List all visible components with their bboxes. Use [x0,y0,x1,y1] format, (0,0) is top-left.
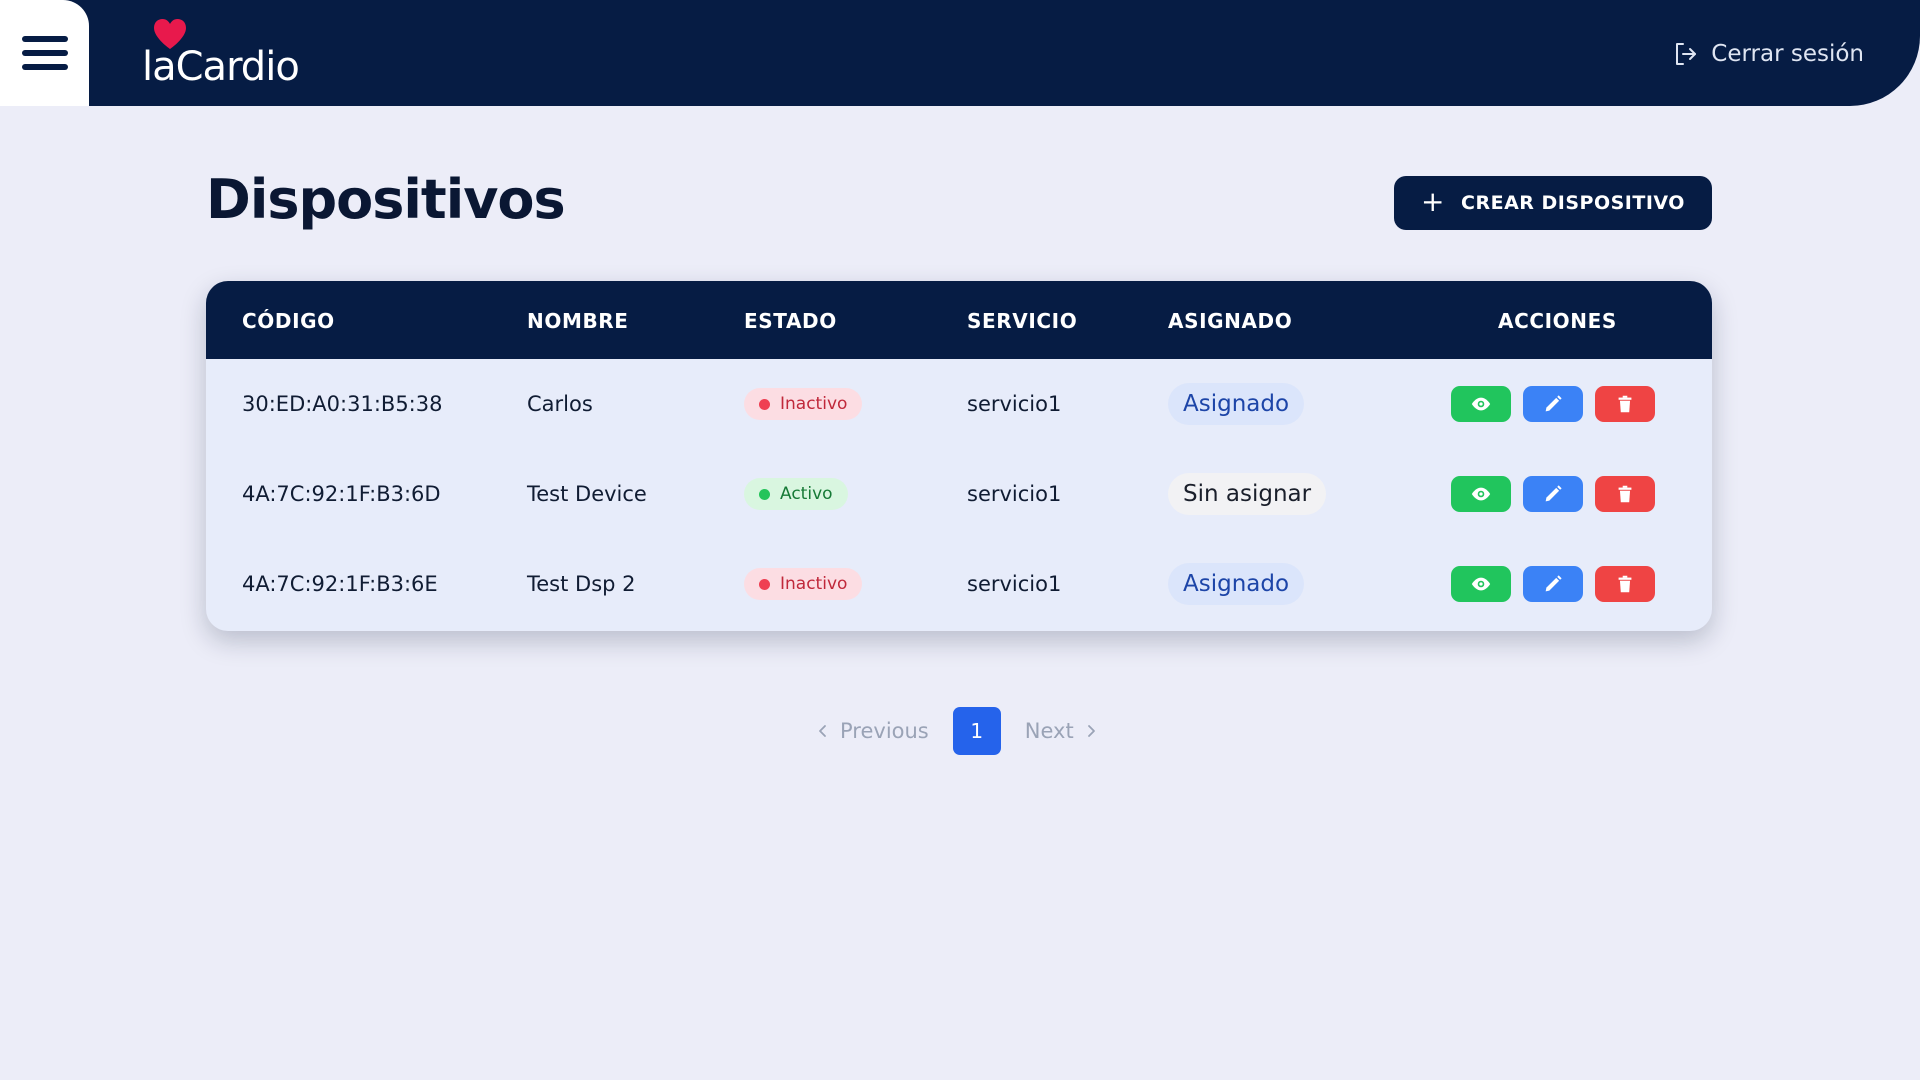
eye-icon [1471,487,1491,501]
assignment-badge: Sin asignar [1168,473,1327,515]
row-actions [1451,386,1655,422]
column-header-estado: ESTADO [744,309,837,333]
status-dot-icon [759,398,770,410]
table-header: CÓDIGO NOMBRE ESTADO SERVICIO ASIGNADO A… [206,281,1712,359]
pencil-icon [1545,395,1562,412]
hamburger-menu-icon [21,36,68,70]
view-button[interactable] [1451,476,1511,512]
device-code: 4A:7C:92:1F:B3:6D [242,482,441,506]
trash-icon [1618,395,1632,413]
view-button[interactable] [1451,386,1511,422]
page-1-button[interactable]: 1 [952,707,1001,755]
create-device-button[interactable]: + CREAR DISPOSITIVO [1394,176,1712,230]
plus-icon: + [1421,184,1446,218]
status-badge: Activo [744,478,848,510]
table-row: 4A:7C:92:1F:B3:6D Test Device Activo ser… [206,449,1712,539]
delete-button[interactable] [1595,566,1655,602]
assignment-badge: Asignado [1168,383,1305,425]
pagination: Previous 1 Next [816,706,1098,756]
eye-icon [1471,397,1491,411]
status-dot-icon [759,578,770,590]
column-header-servicio: SERVICIO [967,309,1078,333]
eye-icon [1471,577,1491,591]
edit-button[interactable] [1523,566,1583,602]
pencil-icon [1545,485,1562,502]
column-header-codigo: CÓDIGO [242,309,335,333]
device-code: 4A:7C:92:1F:B3:6E [242,572,438,596]
trash-icon [1618,575,1632,593]
menu-toggle-button[interactable] [0,0,89,106]
device-service: servicio1 [967,392,1062,416]
trash-icon [1618,485,1632,503]
chevron-left-icon [819,725,826,737]
column-header-asignado: ASIGNADO [1168,309,1293,333]
create-device-label: CREAR DISPOSITIVO [1461,192,1685,214]
row-actions [1451,476,1655,512]
device-service: servicio1 [967,482,1062,506]
device-service: servicio1 [967,572,1062,596]
logout-label: Cerrar sesión [1711,41,1864,67]
device-name: Carlos [527,392,593,416]
delete-button[interactable] [1595,386,1655,422]
delete-button[interactable] [1595,476,1655,512]
column-header-acciones: ACCIONES [1498,309,1617,333]
device-name: Test Dsp 2 [527,572,636,596]
app-logo[interactable]: laCardio [142,18,322,90]
device-name: Test Device [527,482,647,506]
table-row: 4A:7C:92:1F:B3:6E Test Dsp 2 Inactivo se… [206,539,1712,629]
status-badge: Inactivo [744,568,863,600]
page-title: Dispositivos [206,168,566,231]
device-code: 30:ED:A0:31:B5:38 [242,392,443,416]
view-button[interactable] [1451,566,1511,602]
assignment-label: Asignado [1168,383,1305,425]
devices-table: CÓDIGO NOMBRE ESTADO SERVICIO ASIGNADO A… [206,281,1712,631]
edit-button[interactable] [1523,476,1583,512]
pencil-icon [1545,575,1562,592]
status-label: Activo [780,484,833,504]
edit-button[interactable] [1523,386,1583,422]
table-row: 30:ED:A0:31:B5:38 Carlos Inactivo servic… [206,359,1712,449]
status-dot-icon [759,488,770,500]
top-navigation-bar: laCardio Cerrar sesión [0,0,1920,106]
previous-page-button[interactable]: Previous [816,719,929,743]
logout-button[interactable]: Cerrar sesión [1673,36,1864,72]
logout-icon [1676,43,1697,65]
next-label: Next [1024,719,1074,743]
column-header-nombre: NOMBRE [527,309,629,333]
next-page-button[interactable]: Next [1025,719,1098,743]
row-actions [1451,566,1655,602]
chevron-right-icon [1087,725,1095,737]
assignment-badge: Asignado [1168,563,1305,605]
status-label: Inactivo [780,574,848,594]
status-label: Inactivo [780,394,848,414]
assignment-label: Sin asignar [1168,473,1327,515]
logo-text: laCardio [142,44,300,90]
previous-label: Previous [840,719,929,743]
status-badge: Inactivo [744,388,863,420]
assignment-label: Asignado [1168,563,1305,605]
